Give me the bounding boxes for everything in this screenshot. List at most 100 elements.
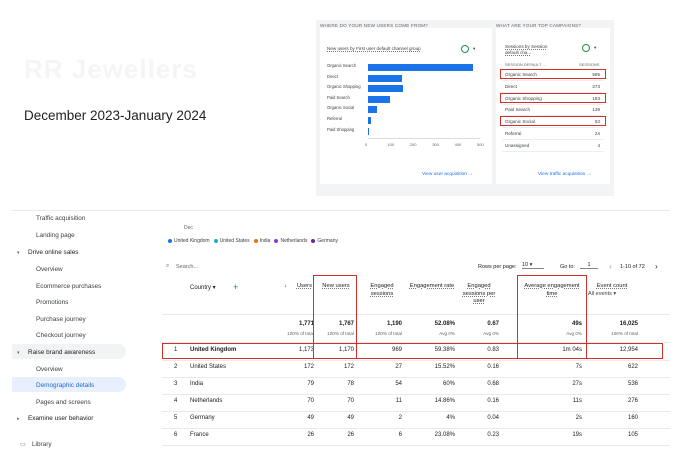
campaign-row-divider <box>502 127 604 129</box>
sidebar-item[interactable]: Promotions <box>36 299 68 306</box>
legend-label: Germany <box>317 238 338 244</box>
row-cell: 172 <box>343 364 354 370</box>
header-divider <box>162 314 670 315</box>
bar-category-label: Organic Shopping <box>327 84 361 90</box>
bar-category-label: Direct <box>327 73 338 79</box>
row-cell: 105 <box>627 432 638 438</box>
compare-icon[interactable] <box>461 45 469 53</box>
x-tick-label: 100 <box>387 142 395 148</box>
campaign-metric-label: Sessions by Session default cha... <box>505 44 548 55</box>
row-cell: 15.52% <box>434 364 455 370</box>
row-cell: 622 <box>627 364 638 370</box>
demographic-report-screenshot: Traffic acquisition Landing page ▾ Drive on… <box>12 210 670 449</box>
legend-item[interactable]: United States <box>213 238 250 244</box>
campaign-row-divider <box>502 103 604 105</box>
row-cell: 536 <box>627 381 638 387</box>
sidebar-item[interactable]: Library <box>32 441 52 448</box>
campaign-row-highlight <box>500 69 606 79</box>
row-cell: 70 <box>307 398 314 404</box>
event-dropdown[interactable]: All events ▾ <box>588 291 616 297</box>
table-row[interactable]: 4 Netherlands 70 70 11 14.86% 0.16 11s 276 <box>162 398 670 412</box>
row-cell: 14.86% <box>434 398 455 404</box>
dropdown-caret-icon[interactable]: ▾ <box>594 45 596 51</box>
sidebar-item[interactable]: Drive online sales <box>28 249 78 256</box>
x-tick-label: 0 <box>365 142 368 148</box>
sidebar-item[interactable]: Checkout journey <box>36 332 86 339</box>
metric-header[interactable]: Event count <box>586 283 638 291</box>
row-country[interactable]: United States <box>190 364 226 370</box>
expand-caret-icon[interactable]: ▾ <box>17 250 20 256</box>
table-row[interactable]: 5 Germany 49 49 2 4% 0.04 2s 160 <box>162 415 670 429</box>
dimension-header[interactable]: Country ▾ <box>190 284 216 291</box>
legend-item[interactable]: India <box>253 238 270 244</box>
legend-item[interactable]: Netherlands <box>274 238 307 244</box>
dropdown-caret-icon[interactable]: ▾ <box>473 46 475 52</box>
sidebar-item[interactable]: Overview <box>36 266 63 273</box>
view-traffic-acquisition-link[interactable]: View traffic acquisition → <box>538 172 591 177</box>
bar-mark[interactable] <box>368 85 403 93</box>
legend-item[interactable]: United Kingdom <box>168 238 210 244</box>
sidebar-item[interactable]: Pages and screens <box>36 399 91 406</box>
next-page-icon[interactable]: › <box>655 262 658 271</box>
bar-mark[interactable] <box>368 64 473 71</box>
row-divider <box>162 377 670 378</box>
compare-icon[interactable] <box>582 44 590 52</box>
x-tick-label: 200 <box>409 142 417 148</box>
total-value: 1,190 <box>386 321 402 327</box>
row-divider <box>162 428 670 429</box>
metric-header[interactable]: Engaged sessions per user <box>459 283 499 306</box>
library-icon[interactable]: ▭ <box>20 441 26 448</box>
expand-caret-icon[interactable]: ▸ <box>17 416 20 422</box>
row-country[interactable]: France <box>190 432 209 438</box>
metric-header[interactable]: Engagement rate <box>409 283 455 291</box>
row-country[interactable]: Germany <box>190 415 215 421</box>
table-row[interactable]: 6 France 26 26 6 23.08% 0.23 19s 105 <box>162 432 670 446</box>
sidebar-item[interactable]: Raise brand awareness <box>28 349 95 356</box>
search-input[interactable]: Search... <box>176 264 198 270</box>
campaign-row-value: 139 <box>592 107 600 113</box>
sidebar-item[interactable]: Examine user behavior <box>28 415 93 422</box>
sidebar-item[interactable]: Ecommerce purchases <box>36 283 101 290</box>
legend-swatch <box>274 238 279 243</box>
bar-mark[interactable] <box>368 74 402 82</box>
sidebar-item[interactable]: Overview <box>36 366 63 373</box>
add-dimension-icon[interactable]: + <box>233 282 238 292</box>
sidebar-item[interactable]: Landing page <box>36 232 75 239</box>
total-value: 1,771 <box>298 321 314 327</box>
legend-swatch <box>311 238 316 243</box>
row-cell: 0.23 <box>487 432 499 438</box>
rows-per-page-select[interactable]: 10 ▾ <box>522 262 544 269</box>
search-icon[interactable]: ⌕ <box>166 263 169 270</box>
view-user-acquisition-link[interactable]: View user acquisition → <box>422 172 473 177</box>
row-cell: 26 <box>347 432 354 438</box>
campaign-row-value: 24 <box>594 131 600 136</box>
row-number: 5 <box>174 415 178 421</box>
row-country[interactable]: Netherlands <box>190 398 222 404</box>
row-cell: 11 <box>395 398 402 404</box>
sidebar-item[interactable]: Traffic acquisition <box>36 215 85 222</box>
expand-caret-icon[interactable]: ▾ <box>17 350 20 356</box>
legend-swatch <box>213 238 218 243</box>
bar-category-label: Paid Search <box>327 94 350 100</box>
table-row[interactable]: 2 United States 172 172 27 15.52% 0.16 7s 622 <box>162 364 670 378</box>
bar-mark[interactable] <box>368 106 377 114</box>
sidebar-item[interactable]: Demographic details <box>36 382 94 389</box>
goto-label: Go to: <box>560 264 575 270</box>
metric-header[interactable]: Engaged sessions <box>362 283 402 298</box>
prev-page-icon[interactable]: ‹ <box>609 262 612 271</box>
acquisition-section-title: WHERE DO YOUR NEW USERS COME FROM? <box>320 23 496 28</box>
legend-item[interactable]: Germany <box>311 238 338 244</box>
table-row[interactable]: 3 India 79 78 54 60% 0.68 27s 536 <box>162 381 670 395</box>
bar-mark[interactable] <box>368 95 391 103</box>
sidebar-item[interactable]: Purchase journey <box>36 316 86 323</box>
row-cell: 27s <box>572 381 582 387</box>
row-country[interactable]: India <box>190 381 203 387</box>
campaign-col-dimension: SESSION DEFAULT ... <box>505 62 546 67</box>
row-cell: 19s <box>572 432 582 438</box>
campaign-section-title: WHAT ARE YOUR TOP CAMPAIGNS? <box>496 23 614 28</box>
bar-mark[interactable] <box>368 117 371 124</box>
row-cell: 79 <box>307 381 314 387</box>
bar-mark[interactable] <box>368 127 369 135</box>
row-cell: 60% <box>442 381 455 387</box>
goto-input[interactable]: 1 <box>580 262 598 269</box>
